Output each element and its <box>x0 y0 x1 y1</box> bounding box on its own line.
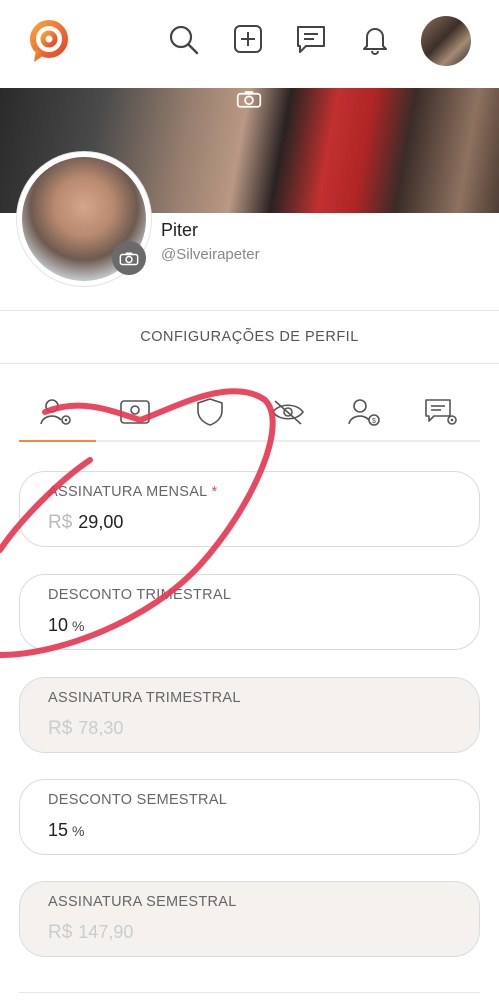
semiannual-discount-field[interactable]: DESCONTO SEMESTRAL 15% <box>19 779 480 855</box>
field-label: ASSINATURA SEMESTRAL <box>48 894 237 910</box>
user-avatar[interactable] <box>421 16 471 66</box>
security-shield-icon[interactable] <box>190 392 230 432</box>
field-label: DESCONTO TRIMESTRAL <box>48 587 232 603</box>
messages-icon[interactable] <box>294 22 328 56</box>
section-title: CONFIGURAÇÕES DE PERFIL <box>0 310 499 364</box>
quarterly-discount-field[interactable]: DESCONTO TRIMESTRAL 10% <box>19 574 480 650</box>
field-label: DESCONTO SEMESTRAL <box>48 792 228 808</box>
logo-icon[interactable] <box>24 18 74 68</box>
semiannual-discount-input[interactable]: 15% <box>48 820 84 841</box>
profile-name: Piter <box>161 220 199 240</box>
field-label: ASSINATURA TRIMESTRAL <box>48 690 241 706</box>
monthly-price-input[interactable]: R$ 29,00 <box>48 512 123 534</box>
bottom-divider <box>19 992 480 993</box>
message-settings-icon[interactable] <box>421 392 461 432</box>
profile-settings-icon[interactable] <box>37 392 77 432</box>
monthly-subscription-field[interactable]: ASSINATURA MENSAL * R$ 29,00 <box>19 471 480 547</box>
subscription-price-icon[interactable]: $ <box>345 392 385 432</box>
semiannual-price-readonly: R$ 147,90 <box>48 922 134 943</box>
avatar-camera-icon[interactable] <box>112 241 146 275</box>
field-label: ASSINATURA MENSAL * <box>48 484 218 500</box>
quarterly-price-readonly: R$ 78,30 <box>48 718 124 739</box>
quarterly-subscription-field: ASSINATURA TRIMESTRAL R$ 78,30 <box>19 677 480 753</box>
active-tab-indicator <box>19 440 96 442</box>
settings-tabs: $ <box>0 380 499 442</box>
profile-handle: @Silveirapeter <box>161 246 260 263</box>
semiannual-subscription-field: ASSINATURA SEMESTRAL R$ 147,90 <box>19 881 480 957</box>
cover-camera-icon[interactable] <box>234 88 264 110</box>
search-icon[interactable] <box>166 22 200 56</box>
cover-image-icon[interactable] <box>115 392 155 432</box>
bell-icon[interactable] <box>358 22 392 56</box>
svg-text:$: $ <box>372 418 376 425</box>
quarterly-discount-input[interactable]: 10% <box>48 615 84 636</box>
top-navigation-bar <box>0 0 499 89</box>
add-post-icon[interactable] <box>231 22 265 56</box>
privacy-eye-icon[interactable] <box>268 392 308 432</box>
